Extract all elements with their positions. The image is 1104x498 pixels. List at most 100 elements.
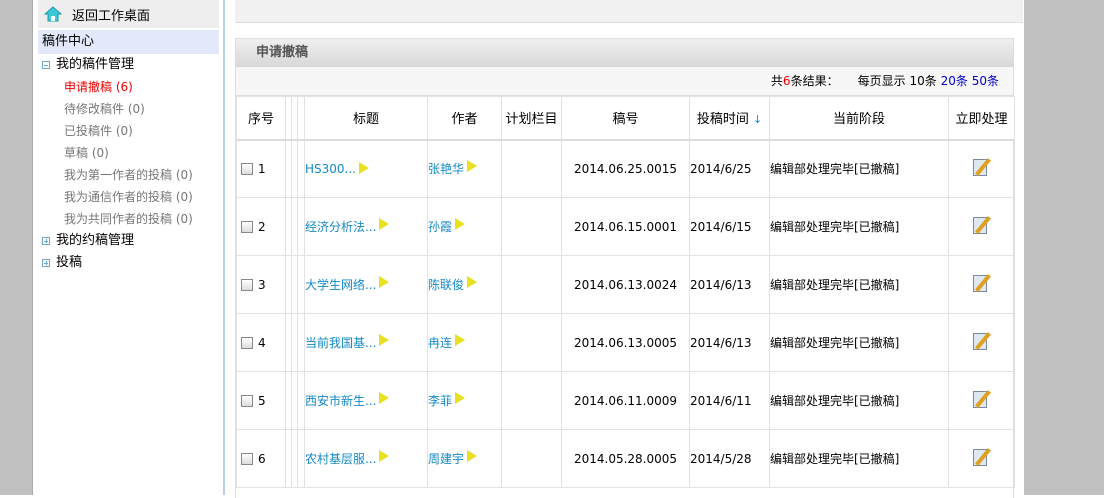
- title-link[interactable]: 西安市新生...: [305, 394, 376, 408]
- col-date-label: 投稿时间: [696, 112, 749, 128]
- plan-cell: [501, 371, 562, 430]
- author-link[interactable]: 李菲: [428, 394, 452, 408]
- title-link[interactable]: 大学生网络...: [305, 278, 376, 292]
- title-link[interactable]: HS300...: [305, 162, 356, 176]
- sidebar: 返回工作桌面 稿件中心 我的稿件管理 申请撤稿 (6) 待修改稿件 (0) 已投…: [34, 0, 225, 495]
- row-no: 1: [258, 161, 266, 176]
- collapse-icon: [42, 61, 50, 69]
- col-code: 稿号: [561, 96, 690, 141]
- expand-arrow-icon[interactable]: [467, 160, 478, 173]
- sidebar-item-submitted[interactable]: 已投稿件 (0): [38, 120, 219, 142]
- expand-arrow-icon[interactable]: [379, 218, 390, 230]
- title-link[interactable]: 当前我国基...: [305, 336, 376, 350]
- expand-arrow-icon[interactable]: [359, 161, 369, 174]
- plan-cell: [501, 313, 562, 372]
- col-plan: 计划栏目: [501, 96, 562, 141]
- withdraw-panel: 申请撤稿 共6条结果： 每页显示 10条 20条 50条 序号 标题 作者 计划…: [235, 38, 1015, 498]
- group-my-manuscripts[interactable]: 我的稿件管理: [38, 54, 219, 76]
- row-checkbox[interactable]: [241, 163, 253, 176]
- code-cell: 2014.06.25.0015: [561, 139, 690, 198]
- top-strip: [235, 0, 1023, 23]
- home-link[interactable]: 返回工作桌面: [38, 0, 219, 28]
- edit-icon[interactable]: [972, 215, 992, 235]
- group-submit[interactable]: 投稿: [38, 252, 219, 274]
- group-my-invitations[interactable]: 我的约稿管理: [38, 230, 219, 252]
- title-link[interactable]: 农村基层服...: [305, 452, 376, 466]
- stage-cell: 编辑部处理完毕[已撤稿]: [769, 197, 949, 256]
- expand-arrow-icon[interactable]: [379, 450, 390, 462]
- row-no-cell: 2: [236, 197, 286, 256]
- col-date[interactable]: 投稿时间 ↓: [689, 96, 770, 141]
- sidebar-item-co-author[interactable]: 我为共同作者的投稿 (0): [38, 208, 219, 230]
- edit-icon[interactable]: [972, 273, 992, 293]
- home-label: 返回工作桌面: [72, 8, 151, 24]
- row-no: 2: [258, 219, 266, 234]
- expand-arrow-icon[interactable]: [467, 276, 478, 288]
- sort-desc-icon: ↓: [752, 113, 763, 127]
- stage-cell: 编辑部处理完毕[已撤稿]: [769, 139, 949, 198]
- row-checkbox[interactable]: [241, 221, 253, 233]
- col-no: 序号: [236, 96, 286, 141]
- edit-icon[interactable]: [972, 157, 992, 177]
- date-cell: 2014/5/28: [689, 429, 770, 488]
- col-author: 作者: [427, 96, 502, 141]
- expand-arrow-icon[interactable]: [467, 450, 478, 462]
- row-checkbox[interactable]: [241, 337, 253, 349]
- row-no: 4: [258, 335, 266, 350]
- author-link[interactable]: 孙霞: [428, 220, 452, 234]
- expand-arrow-icon[interactable]: [455, 218, 466, 230]
- expand-arrow-icon[interactable]: [379, 334, 390, 346]
- edit-icon[interactable]: [972, 447, 992, 467]
- total-count: 6: [782, 74, 791, 88]
- sidebar-item-drafts[interactable]: 草稿 (0): [38, 142, 219, 164]
- stage-cell: 编辑部处理完毕[已撤稿]: [769, 371, 949, 430]
- sidebar-item-withdraw[interactable]: 申请撤稿 (6): [38, 76, 219, 98]
- row-no-cell: 6: [236, 429, 286, 488]
- sidebar-item-corresponding-author[interactable]: 我为通信作者的投稿 (0): [38, 186, 219, 208]
- title-link[interactable]: 经济分析法...: [305, 220, 376, 234]
- author-link[interactable]: 陈联俊: [428, 278, 464, 292]
- author-link[interactable]: 周建宇: [428, 452, 464, 466]
- table-row: 6 农村基层服... 周建宇 2014.05.28.0005 2014/5/28…: [236, 429, 1015, 488]
- per-page-20[interactable]: 20条: [941, 74, 968, 88]
- sidebar-item-to-revise[interactable]: 待修改稿件 (0): [38, 98, 219, 120]
- date-cell: 2014/6/13: [689, 313, 770, 372]
- row-checkbox[interactable]: [241, 279, 253, 291]
- edit-icon[interactable]: [972, 389, 992, 409]
- stage-cell: 编辑部处理完毕[已撤稿]: [769, 255, 949, 314]
- author-link[interactable]: 冉连: [428, 336, 452, 350]
- expand-arrow-icon[interactable]: [455, 392, 466, 404]
- col-action: 立即处理: [948, 96, 1015, 141]
- per-page-10[interactable]: 10条: [910, 74, 937, 88]
- home-icon: [44, 6, 62, 22]
- row-no: 6: [258, 451, 266, 466]
- manuscript-center: 稿件中心: [38, 30, 219, 54]
- plan-cell: [501, 197, 562, 256]
- row-no: 5: [258, 393, 266, 408]
- manuscript-table: 序号 标题 作者 计划栏目 稿号 投稿时间 ↓ 当前阶段 立即处理 1 HS30…: [236, 96, 1015, 488]
- per-page-50[interactable]: 50条: [972, 74, 999, 88]
- expand-arrow-icon[interactable]: [455, 334, 466, 346]
- code-cell: 2014.06.13.0024: [561, 255, 690, 314]
- sidebar-item-first-author[interactable]: 我为第一作者的投稿 (0): [38, 164, 219, 186]
- row-no: 3: [258, 277, 266, 292]
- table-row: 2 经济分析法... 孙霞 2014.06.15.0001 2014/6/15 …: [236, 197, 1015, 256]
- expand-icon: [42, 259, 50, 267]
- date-cell: 2014/6/13: [689, 255, 770, 314]
- left-gutter: [0, 0, 33, 495]
- expand-arrow-icon[interactable]: [379, 392, 390, 404]
- row-no-cell: 4: [236, 313, 286, 372]
- code-cell: 2014.06.11.0009: [561, 371, 690, 430]
- row-no-cell: 5: [236, 371, 286, 430]
- date-cell: 2014/6/25: [689, 139, 770, 198]
- table-row: 4 当前我国基... 冉连 2014.06.13.0005 2014/6/13 …: [236, 313, 1015, 372]
- author-link[interactable]: 张艳华: [428, 162, 464, 176]
- right-gutter: [1024, 0, 1104, 495]
- expand-icon: [42, 237, 50, 245]
- expand-arrow-icon[interactable]: [379, 276, 390, 288]
- row-checkbox[interactable]: [241, 453, 253, 465]
- group-label: 我的稿件管理: [56, 57, 135, 72]
- row-checkbox[interactable]: [241, 395, 253, 407]
- table-row: 5 西安市新生... 李菲 2014.06.11.0009 2014/6/11 …: [236, 371, 1015, 430]
- edit-icon[interactable]: [972, 331, 992, 351]
